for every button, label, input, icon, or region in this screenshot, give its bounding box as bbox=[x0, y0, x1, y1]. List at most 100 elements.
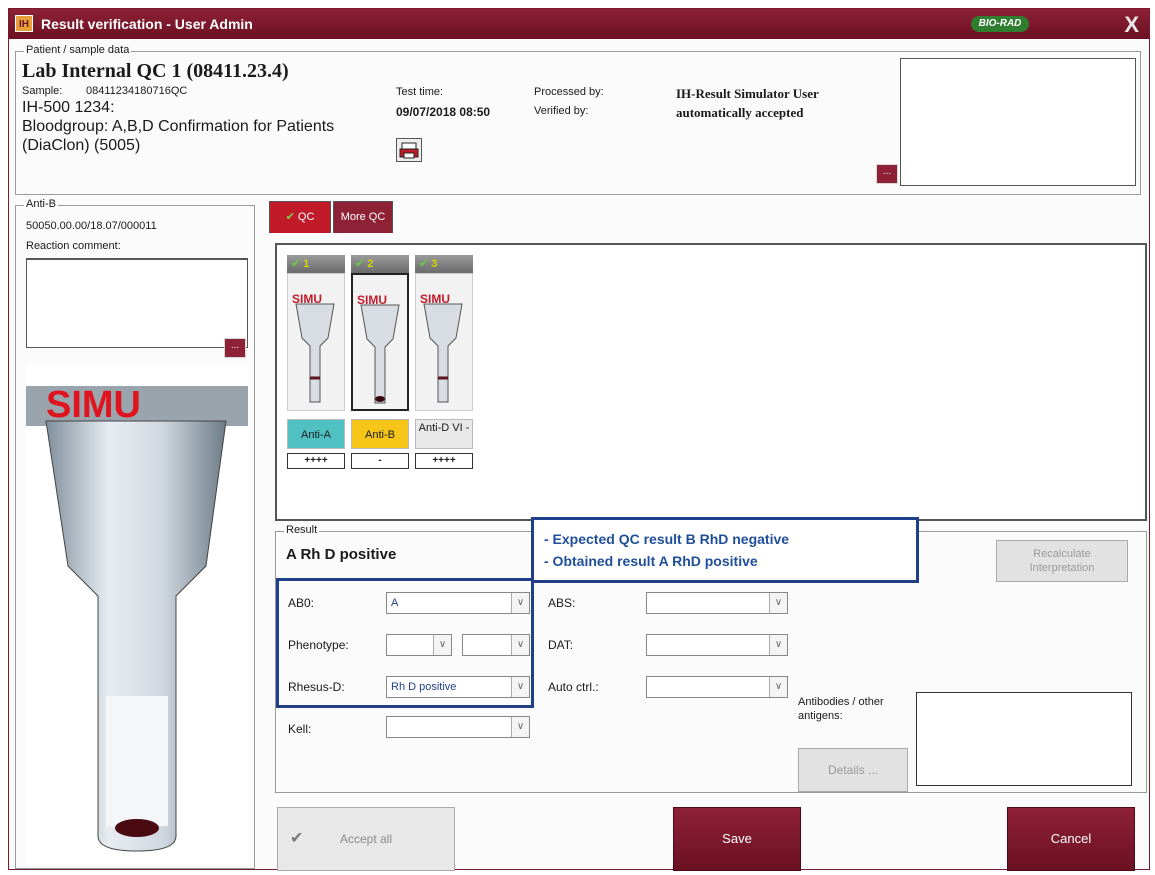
callout-expected: - Expected QC result B RhD negative bbox=[544, 531, 790, 547]
reaction-comment-box[interactable] bbox=[26, 258, 248, 348]
rhesus-d-value: Rh D positive bbox=[391, 681, 457, 693]
kell-select[interactable]: ∨ bbox=[386, 716, 530, 738]
tab-more-qc-label: More QC bbox=[340, 211, 386, 223]
chevron-down-icon: ∨ bbox=[511, 635, 529, 655]
abs-select[interactable]: ∨ bbox=[646, 592, 788, 614]
test-time-label: Test time: bbox=[396, 86, 444, 98]
sample-comment-box[interactable] bbox=[900, 58, 1136, 186]
title-bar: IH Result verification - User Admin BIO-… bbox=[9, 9, 1149, 39]
sample-label: Sample: bbox=[22, 85, 63, 97]
dat-label: DAT: bbox=[548, 638, 574, 652]
chevron-down-icon: ∨ bbox=[769, 635, 787, 655]
well-header: ✔ 3 bbox=[415, 255, 473, 273]
sample-comment-more-button[interactable]: ... bbox=[876, 164, 898, 184]
window-title: Result verification - User Admin bbox=[41, 16, 253, 32]
anti-b-legend: Anti-B bbox=[24, 198, 58, 210]
chevron-down-icon: ∨ bbox=[511, 593, 529, 613]
sample-value: 08411234180716QC bbox=[86, 85, 188, 97]
save-button[interactable]: Save bbox=[673, 807, 801, 871]
verified-by-value: automatically accepted bbox=[676, 105, 804, 120]
recalculate-interpretation-button[interactable]: Recalculate Interpretation bbox=[996, 540, 1128, 582]
well-header: ✔ 2 bbox=[351, 255, 409, 273]
tab-qc-label: QC bbox=[297, 211, 315, 223]
patient-sample-group: Patient / sample data Lab Internal QC 1 … bbox=[15, 44, 1141, 195]
annotation-callout: - Expected QC result B RhD negative - Ob… bbox=[531, 517, 919, 583]
recalculate-label-line1: Recalculate bbox=[1033, 548, 1091, 560]
well-result: - bbox=[351, 453, 409, 469]
antibodies-label-line2: antigens: bbox=[798, 710, 843, 722]
rhesus-d-label: Rhesus-D: bbox=[288, 680, 345, 694]
check-icon: ✔ bbox=[355, 258, 365, 270]
auto-ctrl-label: Auto ctrl.: bbox=[548, 680, 599, 694]
simu-label: SIMU bbox=[292, 292, 322, 306]
rhesus-d-select[interactable]: Rh D positive ∨ bbox=[386, 676, 530, 698]
patient-name: Lab Internal QC 1 (08411.23.4) bbox=[22, 60, 289, 82]
qc-tab-panel: ✔ 1 SIMU Anti-A ++++ ✔ 2 SIMU Anti-B - ✔… bbox=[275, 243, 1147, 521]
device-id: IH-500 1234: bbox=[22, 99, 115, 116]
accept-all-label: Accept all bbox=[339, 832, 393, 846]
callout-obtained: - Obtained result A RhD positive bbox=[544, 553, 758, 569]
processed-by-label: Processed by: bbox=[534, 86, 604, 98]
verified-by-label: Verified by: bbox=[534, 105, 589, 117]
well-result: ++++ bbox=[415, 453, 473, 469]
test-time-value: 09/07/2018 08:50 bbox=[396, 105, 491, 119]
phenotype-label: Phenotype: bbox=[288, 638, 349, 652]
well-agent: Anti-B bbox=[351, 419, 409, 449]
well-number: 3 bbox=[431, 258, 438, 270]
chevron-down-icon: ∨ bbox=[769, 677, 787, 697]
reaction-code: 50050.00.00/18.07/000011 bbox=[26, 220, 157, 232]
check-icon: ✔ bbox=[290, 830, 304, 847]
check-icon: ✔ bbox=[291, 258, 301, 270]
well-number: 2 bbox=[367, 258, 374, 270]
reaction-comment-label: Reaction comment: bbox=[26, 240, 121, 252]
well-number: 1 bbox=[303, 258, 310, 270]
auto-ctrl-select[interactable]: ∨ bbox=[646, 676, 788, 698]
abo-value: A bbox=[391, 597, 399, 609]
reaction-comment-more-button[interactable]: ... bbox=[224, 338, 246, 358]
antibodies-label-line1: Antibodies / other bbox=[798, 696, 884, 708]
test-name-line2: (DiaClon) (5005) bbox=[22, 137, 141, 154]
simu-label: SIMU bbox=[420, 292, 450, 306]
recalculate-label-line2: Interpretation bbox=[1029, 562, 1095, 574]
well-result: ++++ bbox=[287, 453, 345, 469]
processed-by-value: IH-Result Simulator User bbox=[676, 86, 819, 101]
print-button[interactable] bbox=[396, 138, 422, 162]
antibodies-input[interactable] bbox=[916, 692, 1132, 786]
dat-select[interactable]: ∨ bbox=[646, 634, 788, 656]
result-interpretation: A Rh D positive bbox=[286, 546, 397, 563]
accept-all-button[interactable]: ✔ Accept all bbox=[277, 807, 455, 871]
abo-select[interactable]: A ∨ bbox=[386, 592, 530, 614]
check-icon: ✔ bbox=[285, 211, 295, 223]
cancel-button[interactable]: Cancel bbox=[1007, 807, 1135, 871]
well-agent: Anti-A bbox=[287, 419, 345, 449]
well-2[interactable]: ✔ 2 SIMU Anti-B - bbox=[351, 255, 409, 469]
gel-card-image bbox=[26, 366, 248, 866]
chevron-down-icon: ∨ bbox=[511, 677, 529, 697]
well-header: ✔ 1 bbox=[287, 255, 345, 273]
abo-label: AB0: bbox=[288, 596, 315, 610]
tab-more-qc[interactable]: More QC bbox=[333, 201, 393, 233]
well-3[interactable]: ✔ 3 SIMU Anti-D VI - ++++ bbox=[415, 255, 473, 469]
result-legend: Result bbox=[284, 524, 320, 536]
test-name-line1: Bloodgroup: A,B,D Confirmation for Patie… bbox=[22, 118, 335, 135]
well-tube-image: SIMU bbox=[287, 273, 345, 411]
well-tube-image: SIMU bbox=[351, 273, 409, 411]
phenotype-select-2[interactable]: ∨ bbox=[462, 634, 530, 656]
close-icon[interactable]: X bbox=[1124, 12, 1139, 38]
abs-label: ABS: bbox=[548, 596, 576, 610]
phenotype-select-1[interactable]: ∨ bbox=[386, 634, 452, 656]
chevron-down-icon: ∨ bbox=[433, 635, 451, 655]
kell-label: Kell: bbox=[288, 722, 312, 736]
chevron-down-icon: ∨ bbox=[769, 593, 787, 613]
well-1[interactable]: ✔ 1 SIMU Anti-A ++++ bbox=[287, 255, 345, 469]
simu-watermark: SIMU bbox=[46, 384, 141, 426]
well-agent: Anti-D VI - bbox=[415, 419, 473, 449]
printer-icon bbox=[399, 142, 419, 159]
result-verification-window: IH Result verification - User Admin BIO-… bbox=[8, 8, 1150, 871]
chevron-down-icon: ∨ bbox=[511, 717, 529, 737]
patient-legend: Patient / sample data bbox=[24, 44, 132, 56]
tab-qc[interactable]: ✔ QC bbox=[269, 201, 331, 233]
anti-b-group: Anti-B 50050.00.00/18.07/000011 Reaction… bbox=[15, 198, 255, 869]
details-button[interactable]: Details ... bbox=[798, 748, 908, 792]
well-tube-image: SIMU bbox=[415, 273, 473, 411]
